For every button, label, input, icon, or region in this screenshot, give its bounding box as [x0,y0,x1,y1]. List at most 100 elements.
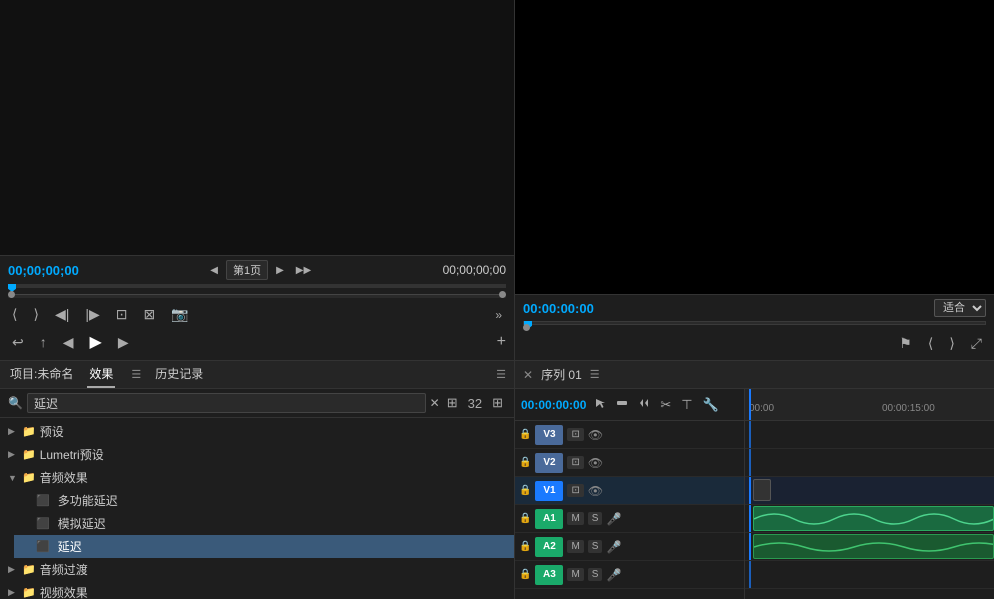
track-a2-label[interactable]: A2 [535,537,563,557]
search-tool-2[interactable]: 32 [465,394,485,412]
tree-arrow-video-effects: ▶ [8,587,18,598]
timeline-menu-button[interactable]: ☰ [590,368,600,381]
more-controls-button[interactable]: » [491,306,506,324]
track-a2-m[interactable]: M [567,540,583,553]
track-v2-sync[interactable]: ⊡ [567,456,583,469]
track-row-a2: 🔒 A2 M S 🎤 [515,533,744,561]
search-input[interactable] [27,393,426,413]
track-v1-label[interactable]: V1 [535,481,563,501]
track-a1-mic[interactable]: 🎤 [606,512,621,526]
tl-track-v1 [745,477,994,505]
right-fullscreen-button[interactable]: ⤢ [967,333,986,354]
tab-effects[interactable]: 效果 [87,361,115,388]
search-tool-3[interactable]: ⊞ [489,394,506,412]
overwrite-button[interactable]: ⊠ [139,304,159,325]
track-a3-lock[interactable]: 🔒 [519,569,531,580]
tl-tool-wrench[interactable]: 🔧 [701,396,721,414]
track-a3-m[interactable]: M [567,568,583,581]
page-prev-button[interactable]: ◀ [206,263,222,278]
tl-a2-clip[interactable] [753,534,994,559]
right-mark-button[interactable]: ⚑ [895,333,916,354]
right-timecode[interactable]: 00:00:00:00 [523,301,594,316]
effects-panel: 项目:未命名 效果 ☰ 历史记录 ☰ 🔍 ✕ ⊞ 32 ⊞ [0,361,515,599]
tree-item-multifunction-delay[interactable]: ⬛ 多功能延迟 [14,489,514,512]
tl-a2-playhead [749,533,751,560]
mark-in-button[interactable]: ⟨ [8,304,21,325]
track-v3-sync[interactable]: ⊡ [567,428,583,441]
right-out-button[interactable]: ⟩ [945,333,958,354]
insert-button[interactable]: ⊡ [112,304,132,325]
page-next-button[interactable]: ▶ [272,263,288,278]
go-in-button[interactable]: ◀| [51,304,73,325]
ruler-label-0: 00:00 [749,403,774,414]
mark-out-button[interactable]: ⟩ [29,304,42,325]
fit-select[interactable]: 适合 [934,299,986,317]
step-fwd-button[interactable]: ▶ [114,332,133,353]
track-v1-sync[interactable]: ⊡ [567,484,583,497]
tab-project[interactable]: 项目:未命名 [8,361,75,388]
add-button[interactable]: + [497,333,506,351]
track-a2-s[interactable]: S [588,540,603,553]
tl-tool-slip[interactable]: ⊤ [679,396,694,414]
tl-v1-thumb [753,479,771,501]
track-v1-eye[interactable]: 👁 [588,484,603,498]
tree-item-analog-delay[interactable]: ⬛ 模拟延迟 [14,512,514,535]
step-back-button[interactable]: ◀ [59,332,78,353]
tree-item-audio-effects[interactable]: ▼ 📁 音频效果 [0,466,514,489]
track-a2-lock[interactable]: 🔒 [519,541,531,552]
left-preview-screen [0,0,514,255]
timeline-close-button[interactable]: ✕ [523,368,533,382]
go-out-button[interactable]: |▶ [81,304,103,325]
tab-history[interactable]: 历史记录 [153,361,205,388]
tree-item-video-effects[interactable]: ▶ 📁 视频效果 [0,581,514,599]
tl-tool-razor[interactable]: ✂ [658,396,673,414]
left-controls-row1: ⟨ ⟩ ◀| |▶ ⊡ ⊠ 📷 » [8,301,506,328]
track-v1-lock[interactable]: 🔒 [519,485,531,496]
tl-v2-playhead [749,449,751,476]
tl-tool-ripple[interactable] [614,396,630,413]
panel-menu-button[interactable]: ☰ [496,368,506,381]
track-v2-label[interactable]: V2 [535,453,563,473]
tree-item-delay[interactable]: ⬛ 延迟 [14,535,514,558]
tl-a1-clip[interactable] [753,506,994,531]
track-v3-eye[interactable]: 👁 [588,428,603,442]
tree-item-audio-trans[interactable]: ▶ 📁 音频过渡 [0,558,514,581]
loop-button[interactable]: ↩ [8,332,28,353]
folder-icon-audio-effects: 📁 [22,471,36,484]
tree-label-audio-trans: 音频过渡 [40,561,88,578]
tree-item-preset[interactable]: ▶ 📁 预设 [0,420,514,443]
track-row-a3: 🔒 A3 M S 🎤 [515,561,744,589]
page-label[interactable]: 第1页 [226,260,268,280]
tl-a1-playhead [749,505,751,532]
page-forward-button[interactable]: ▶▶ [292,263,315,278]
track-v3-label[interactable]: V3 [535,425,563,445]
track-a3-label[interactable]: A3 [535,565,563,585]
search-clear-button[interactable]: ✕ [430,396,440,410]
play-button[interactable]: ▶ [86,330,106,354]
track-a1-m[interactable]: M [567,512,583,525]
track-a3-mic[interactable]: 🎤 [606,568,621,582]
tl-timecode[interactable]: 00:00:00:00 [521,398,586,412]
tree-item-lumetri[interactable]: ▶ 📁 Lumetri预设 [0,443,514,466]
export-frame-button[interactable]: 📷 [167,304,192,325]
left-timecode-right: 00;00;00;00 [443,263,506,277]
track-a1-lock[interactable]: 🔒 [519,513,531,524]
right-in-button[interactable]: ⟨ [924,333,937,354]
track-a3-s[interactable]: S [588,568,603,581]
left-timecode[interactable]: 00;00;00;00 [8,263,79,278]
track-v3-lock[interactable]: 🔒 [519,429,531,440]
track-v2-lock[interactable]: 🔒 [519,457,531,468]
track-v2-eye[interactable]: 👁 [588,456,603,470]
track-a1-label[interactable]: A1 [535,509,563,529]
tree-label-audio-effects: 音频效果 [40,469,88,486]
tree-arrow-audio-effects: ▼ [8,473,18,483]
export-button[interactable]: ↑ [36,332,51,352]
timeline-title: 序列 01 [541,366,582,383]
track-a1-s[interactable]: S [588,512,603,525]
tl-tool-rate[interactable] [636,396,652,413]
search-tool-1[interactable]: ⊞ [444,394,461,412]
track-a2-mic[interactable]: 🎤 [606,540,621,554]
tree-arrow-lumetri: ▶ [8,449,18,460]
effects-tab-menu-icon[interactable]: ☰ [131,368,141,381]
tl-tool-select[interactable] [592,396,608,413]
